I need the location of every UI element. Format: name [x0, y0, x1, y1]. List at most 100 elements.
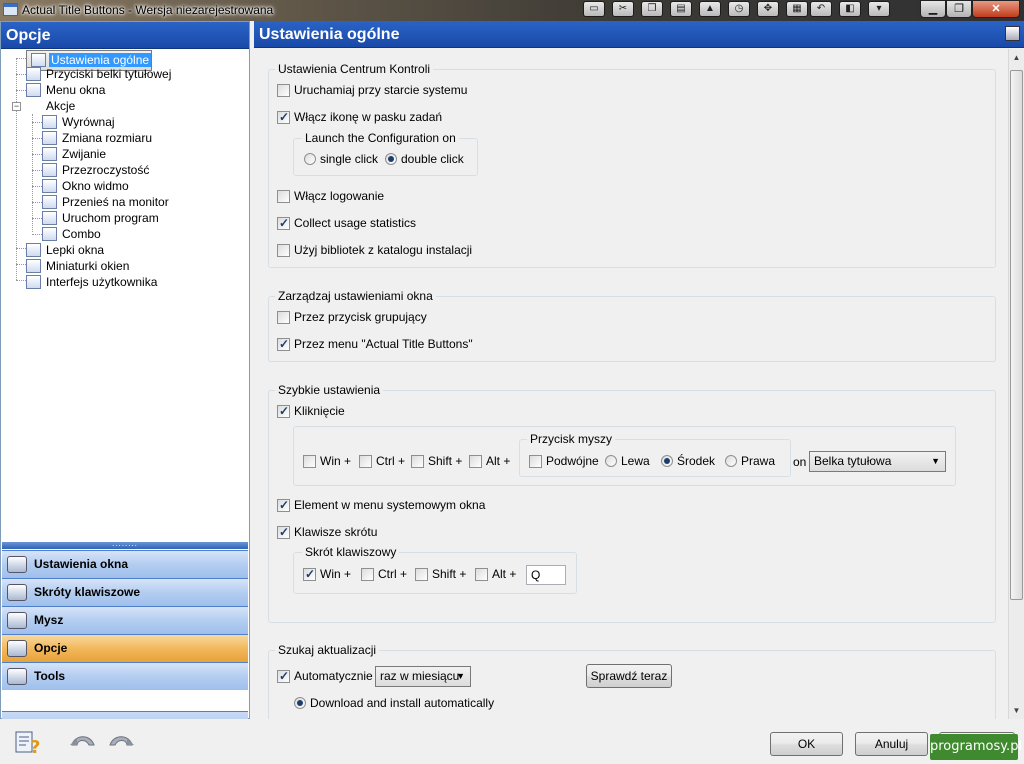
- click-target-select[interactable]: Belka tytułowa ▼: [809, 451, 946, 472]
- tree-item-transparency[interactable]: Przezroczystość: [42, 162, 151, 178]
- nav-tools[interactable]: Tools: [2, 662, 248, 690]
- window-icon[interactable]: ▭: [583, 1, 605, 17]
- minimize-button[interactable]: ▁: [920, 0, 946, 18]
- startup-checkbox[interactable]: Uruchamiaj przy starcie systemu: [277, 83, 467, 99]
- window-title: Actual Title Buttons - Wersja niezarejes…: [22, 3, 274, 17]
- undo-icon[interactable]: ↶: [810, 1, 832, 17]
- click-alt-checkbox[interactable]: Alt +: [469, 454, 510, 470]
- on-label: on: [793, 455, 807, 469]
- tree-line: [32, 202, 42, 203]
- keyboard-icon: [7, 584, 27, 601]
- right-button-radio[interactable]: Prawa: [725, 454, 775, 470]
- left-button-radio[interactable]: Lewa: [605, 454, 650, 470]
- paste-icon[interactable]: ▤: [670, 1, 692, 17]
- shortcut-ctrl-checkbox[interactable]: Ctrl +: [361, 567, 407, 583]
- tree-item-rollup[interactable]: Zwijanie: [42, 146, 108, 162]
- shortcut-win-checkbox[interactable]: Win +: [303, 567, 351, 583]
- vertical-scrollbar[interactable]: ▲ ▼: [1008, 49, 1024, 719]
- ok-button[interactable]: OK: [770, 732, 843, 756]
- nav-window-settings[interactable]: Ustawienia okna: [2, 550, 248, 578]
- help-icon[interactable]: ?: [14, 729, 44, 758]
- nav-keyboard-shortcuts[interactable]: Skróty klawiszowe: [2, 578, 248, 606]
- maximize-button[interactable]: ❐: [946, 0, 972, 18]
- tree-item-actions[interactable]: Akcje: [26, 98, 77, 114]
- settings-content[interactable]: Ustawienia Centrum Kontroli Uruchamiaj p…: [254, 49, 1008, 719]
- atb-menu-checkbox[interactable]: Przez menu "Actual Title Buttons": [277, 337, 473, 353]
- tree-item-window-menu[interactable]: Menu okna: [26, 82, 107, 98]
- download-install-radio[interactable]: Download and install automatically: [294, 696, 494, 712]
- update-frequency-select[interactable]: raz w miesiącu ▼: [375, 666, 471, 687]
- window-settings-icon: [7, 556, 27, 573]
- title-bar[interactable]: Actual Title Buttons - Wersja niezarejes…: [0, 0, 1024, 21]
- tree-line: [16, 74, 26, 75]
- tree-item-combo[interactable]: Combo: [42, 226, 103, 242]
- tree-item-thumbnails[interactable]: Miniaturki okien: [26, 258, 131, 274]
- scroll-down-icon[interactable]: ▼: [1009, 702, 1024, 719]
- shortcut-alt-checkbox[interactable]: Alt +: [475, 567, 516, 583]
- redo-icon[interactable]: [106, 729, 136, 755]
- tree-line: [16, 58, 26, 59]
- tree-line: [32, 138, 42, 139]
- sticky-window-icon: [26, 243, 41, 257]
- menu-icon[interactable]: ▾: [868, 1, 890, 17]
- nav-options[interactable]: Opcje: [2, 634, 248, 662]
- tree-line: [32, 218, 42, 219]
- mouse-icon: [7, 612, 27, 629]
- hotkeys-checkbox[interactable]: Klawisze skrótu: [277, 525, 377, 541]
- double-click-radio[interactable]: double click: [385, 152, 464, 168]
- collapse-toggle[interactable]: −: [12, 102, 21, 111]
- group-button-checkbox[interactable]: Przez przycisk grupujący: [277, 310, 427, 326]
- tree-line: [32, 154, 42, 155]
- tree-item-resize[interactable]: Zmiana rozmiaru: [42, 130, 154, 146]
- tree-item-user-interface[interactable]: Interfejs użytkownika: [26, 274, 159, 290]
- user-interface-icon: [26, 275, 41, 289]
- close-button[interactable]: ✕: [972, 0, 1020, 18]
- auto-update-checkbox[interactable]: Automatycznie: [277, 669, 373, 685]
- clock-icon[interactable]: ◷: [728, 1, 750, 17]
- options-tree[interactable]: − Ustawienia ogólne Przyciski belki tytu…: [2, 50, 248, 570]
- undo-icon[interactable]: [68, 729, 98, 755]
- system-menu-checkbox[interactable]: Element w menu systemowym okna: [277, 498, 485, 514]
- tree-item-sticky-windows[interactable]: Lepki okna: [26, 242, 106, 258]
- cancel-button[interactable]: Anuluj: [855, 732, 928, 756]
- move-icon[interactable]: ✥: [757, 1, 779, 17]
- logging-checkbox[interactable]: Włącz logowanie: [277, 189, 384, 205]
- middle-button-radio[interactable]: Środek: [661, 454, 715, 470]
- tree-item-run-program[interactable]: Uruchom program: [42, 210, 161, 226]
- check-now-button[interactable]: Sprawdź teraz: [586, 664, 672, 688]
- click-win-checkbox[interactable]: Win +: [303, 454, 351, 470]
- tree-item-move-monitor[interactable]: Przenieś na monitor: [42, 194, 171, 210]
- shortcut-key-field[interactable]: Q: [526, 565, 566, 585]
- tree-line: [16, 280, 26, 281]
- bell-icon[interactable]: ▲: [699, 1, 721, 17]
- usage-stats-checkbox[interactable]: Collect usage statistics: [277, 216, 416, 232]
- copy-icon[interactable]: ❐: [641, 1, 663, 17]
- tree-line: [16, 58, 17, 280]
- tray-icon-checkbox[interactable]: Włącz ikonę w pasku zadań: [277, 110, 442, 126]
- scroll-up-icon[interactable]: ▲: [1009, 49, 1024, 66]
- rollup-icon: [42, 147, 57, 161]
- nav-mouse[interactable]: Mysz: [2, 606, 248, 634]
- rollup-icon[interactable]: ◧: [839, 1, 861, 17]
- sidebar-splitter[interactable]: ........: [2, 540, 248, 549]
- svg-text:?: ?: [30, 737, 40, 755]
- cut-icon[interactable]: ✂: [612, 1, 634, 17]
- panel-title: Ustawienia ogólne: [259, 26, 400, 43]
- tree-item-ghost-window[interactable]: Okno widmo: [42, 178, 131, 194]
- click-shift-checkbox[interactable]: Shift +: [411, 454, 462, 470]
- help-wizard-icon[interactable]: [1005, 26, 1020, 41]
- tree-item-align[interactable]: Wyrównaj: [42, 114, 117, 130]
- double-click-checkbox[interactable]: Podwójne: [529, 454, 599, 470]
- install-libs-checkbox[interactable]: Użyj bibliotek z katalogu instalacji: [277, 243, 472, 259]
- scroll-thumb[interactable]: [1010, 70, 1023, 600]
- combo-icon: [42, 227, 57, 241]
- keyboard-icon[interactable]: ▦: [786, 1, 808, 17]
- shortcut-shift-checkbox[interactable]: Shift +: [415, 567, 466, 583]
- group-control-center-label: Ustawienia Centrum Kontroli: [275, 62, 434, 76]
- click-ctrl-checkbox[interactable]: Ctrl +: [359, 454, 405, 470]
- tree-line: [16, 264, 26, 265]
- click-checkbox[interactable]: Kliknięcie: [277, 404, 345, 420]
- single-click-radio[interactable]: single click: [304, 152, 378, 168]
- group-manage-window-label: Zarządzaj ustawieniami okna: [275, 289, 436, 303]
- tree-item-titlebar-buttons[interactable]: Przyciski belki tytułowej: [26, 66, 173, 82]
